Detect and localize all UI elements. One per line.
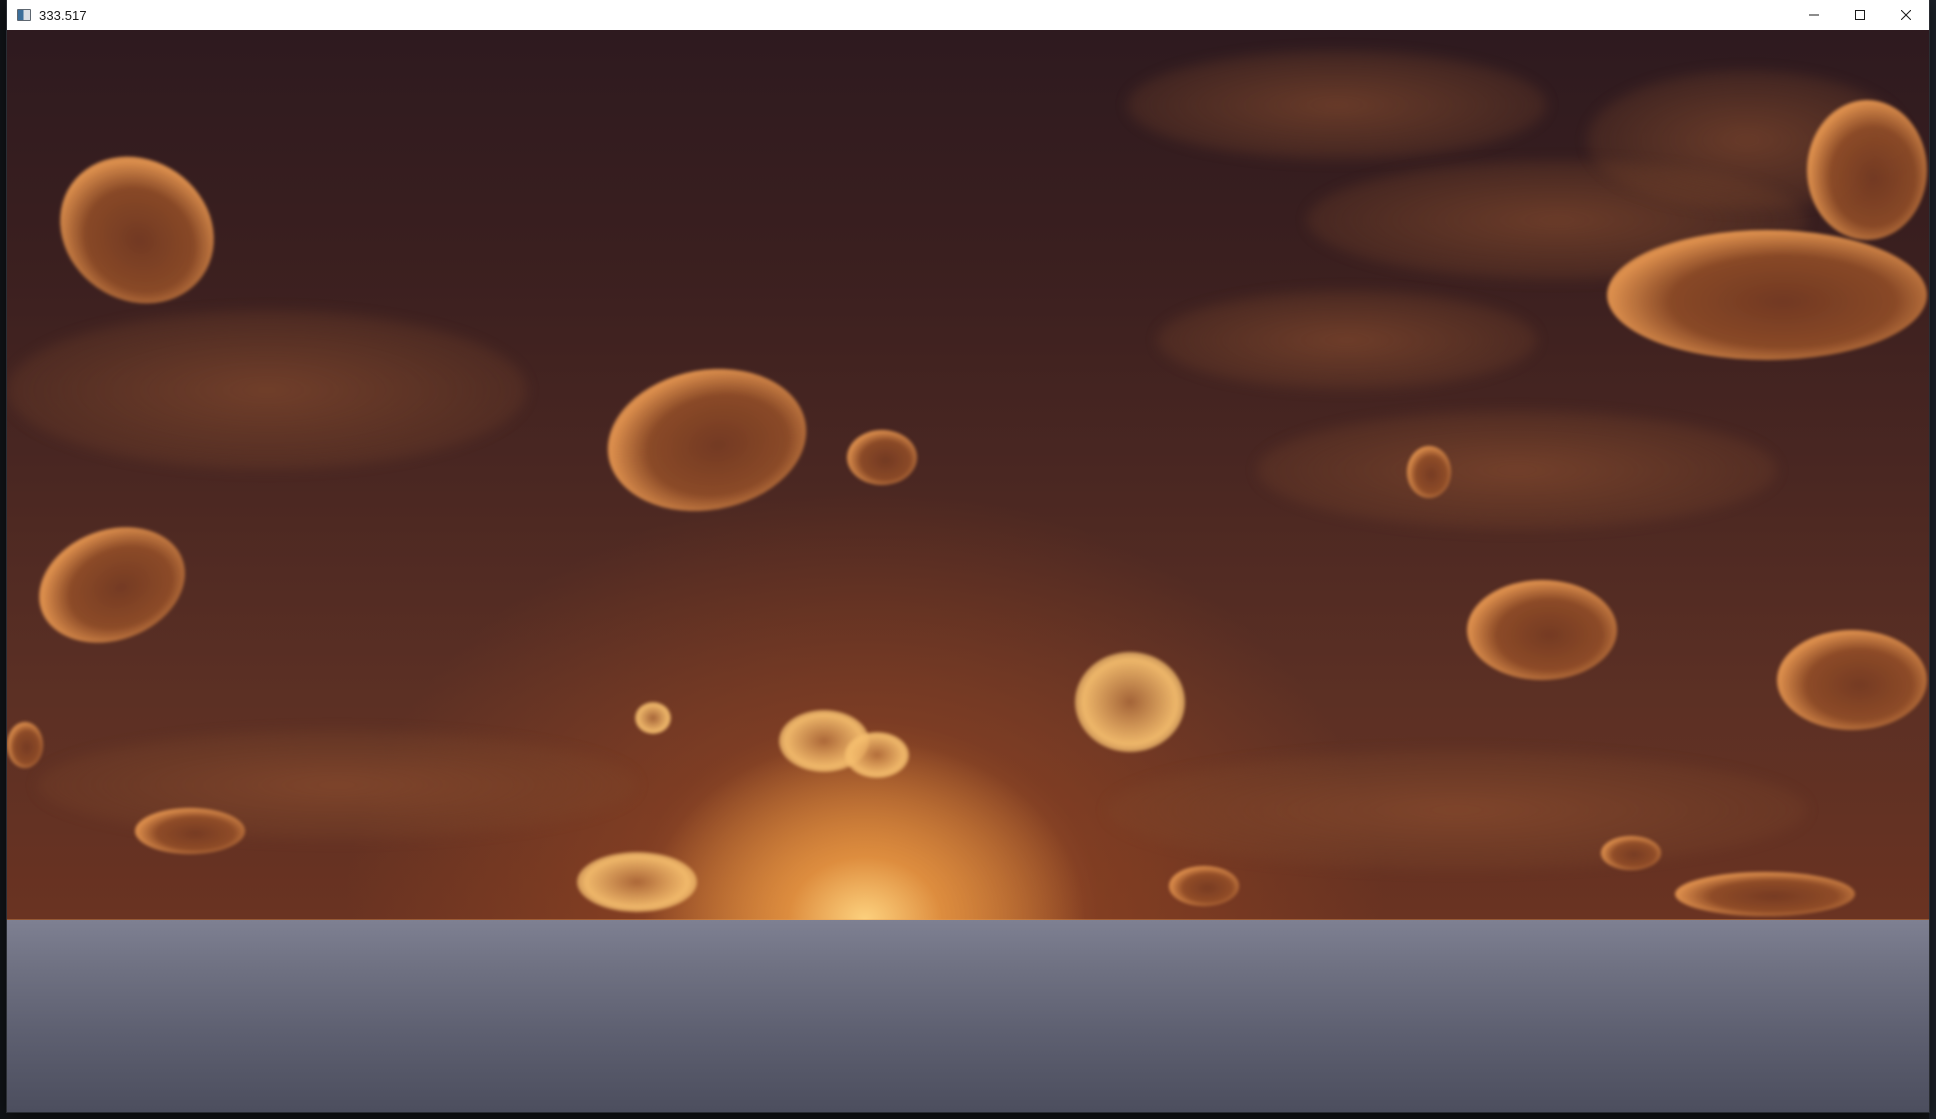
cloud — [1777, 630, 1927, 730]
cloud — [1607, 230, 1927, 360]
window-title: 333.517 — [39, 7, 87, 23]
cloud — [577, 852, 697, 912]
minimize-button[interactable] — [1791, 0, 1837, 30]
cloud-layer — [1107, 750, 1807, 870]
cloud — [1601, 836, 1661, 870]
cloud — [1075, 652, 1185, 752]
maximize-icon — [1855, 10, 1865, 20]
background-window-strip — [1929, 0, 1936, 1119]
minimize-icon — [1809, 14, 1819, 16]
window-titlebar[interactable]: 333.517 — [7, 0, 1929, 30]
cloud-layer — [7, 310, 527, 470]
cloud-layer — [1157, 290, 1537, 390]
cloud-layer — [1257, 410, 1777, 530]
cloud — [635, 702, 671, 734]
cloud-layer — [1127, 50, 1547, 160]
cloud — [7, 722, 43, 768]
cloud — [1169, 866, 1239, 906]
cloud — [1675, 872, 1855, 916]
close-icon — [1901, 10, 1911, 20]
close-button[interactable] — [1883, 0, 1929, 30]
cloud — [135, 808, 245, 854]
render-viewport[interactable] — [7, 30, 1929, 1112]
cloud — [847, 430, 917, 485]
window-controls — [1791, 0, 1929, 30]
app-window-icon — [17, 9, 31, 21]
render-window: 333.517 — [7, 0, 1929, 1112]
cloud — [1407, 446, 1451, 498]
cloud — [845, 732, 909, 778]
cloud — [1807, 100, 1927, 240]
cloud-layer — [37, 730, 637, 840]
ocean-surface — [7, 920, 1929, 1112]
cloud — [1467, 580, 1617, 680]
maximize-button[interactable] — [1837, 0, 1883, 30]
